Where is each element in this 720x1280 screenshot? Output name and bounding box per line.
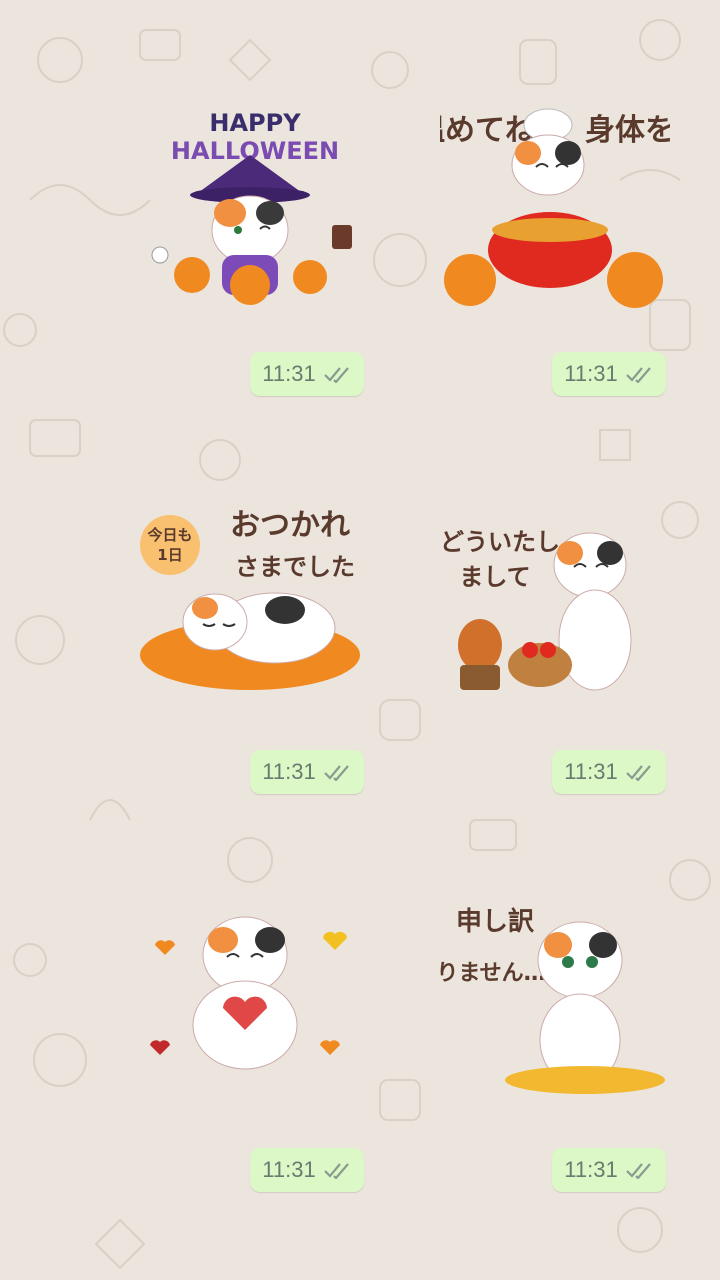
double-check-icon — [323, 765, 349, 781]
sticker-welcome-cat[interactable]: どういたし まして — [440, 505, 670, 725]
timestamp-text: 11:31 — [262, 759, 316, 784]
timestamp-text: 11:31 — [564, 361, 618, 386]
double-check-icon — [625, 765, 651, 781]
sticker-text: おつかれ — [230, 508, 350, 543]
message-timestamp-bubble: 11:31 — [250, 1148, 364, 1192]
sticker-text: どういたし — [440, 528, 560, 556]
sticker-heart-cat[interactable] — [135, 895, 365, 1115]
sticker-text: ありません… — [440, 961, 546, 986]
sticker-text: 1日 — [157, 546, 182, 564]
message-timestamp-bubble: 11:31 — [250, 750, 364, 794]
sticker-text: 申し訳 — [456, 906, 535, 937]
message-timestamp-bubble: 11:31 — [552, 750, 666, 794]
double-check-icon — [625, 367, 651, 383]
timestamp-text: 11:31 — [262, 361, 316, 386]
message-timestamp-bubble: 11:31 — [552, 1148, 666, 1192]
double-check-icon — [625, 1163, 651, 1179]
sticker-tired-cat[interactable]: 今日も 1日 おつかれ さまでした — [135, 490, 365, 710]
sticker-text: 温めてね — [440, 113, 535, 148]
timestamp-text: 11:31 — [564, 1157, 618, 1182]
sticker-text: まして — [459, 563, 530, 591]
sticker-text: 身体を — [585, 113, 670, 148]
sticker-text: 今日も — [146, 526, 192, 544]
message-timestamp-bubble: 11:31 — [250, 352, 364, 396]
sticker-text: HAPPY — [209, 109, 301, 137]
timestamp-text: 11:31 — [564, 759, 618, 784]
sticker-sorry-cat[interactable]: 申し訳 ありません… — [414, 900, 670, 1120]
double-check-icon — [323, 1163, 349, 1179]
sticker-halloween-cat[interactable]: HAPPY HALLOWEEN — [140, 95, 370, 315]
sticker-text: さまでした — [235, 553, 355, 581]
message-timestamp-bubble: 11:31 — [552, 352, 666, 396]
sticker-chef-cat[interactable]: 温めてね 身体を — [415, 95, 675, 315]
double-check-icon — [323, 367, 349, 383]
timestamp-text: 11:31 — [262, 1157, 316, 1182]
